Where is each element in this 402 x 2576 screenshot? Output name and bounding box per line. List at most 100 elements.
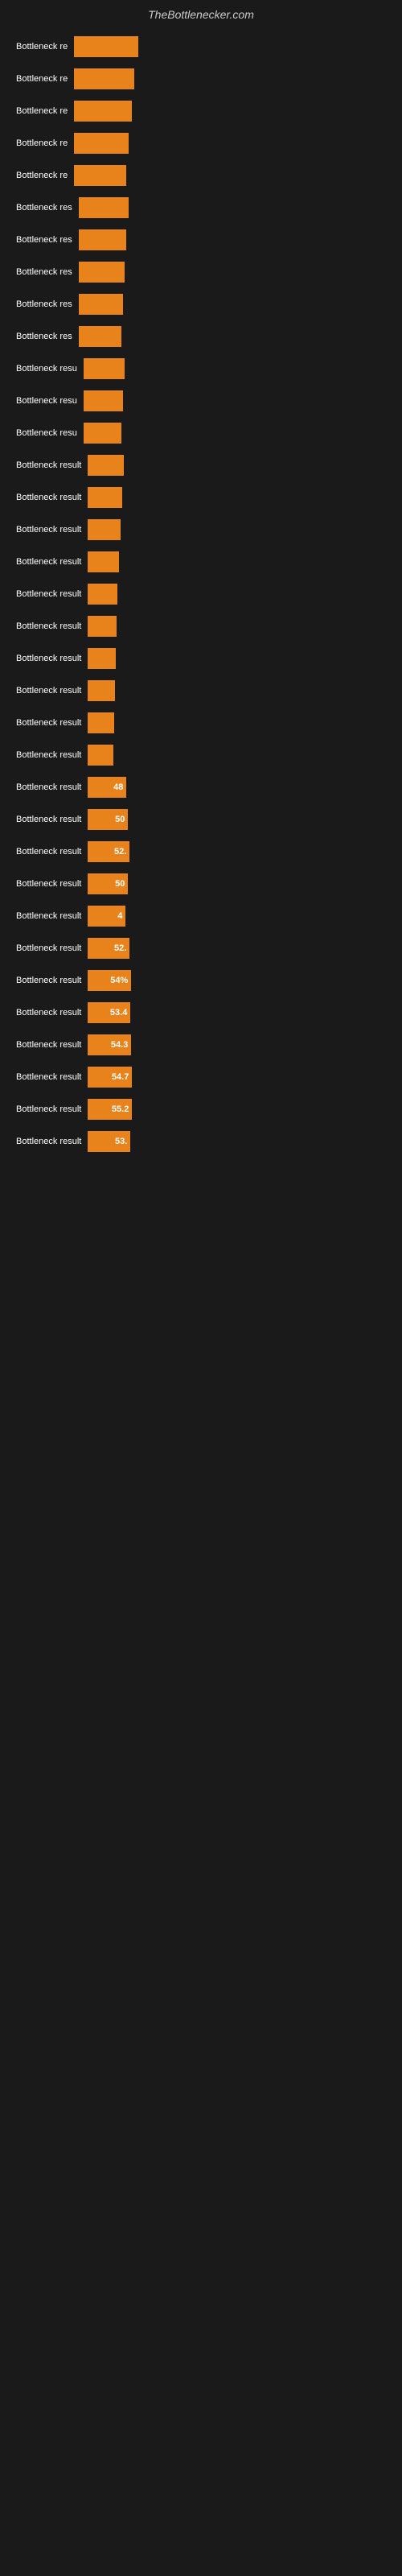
bar-fill: 54.7: [88, 1067, 132, 1088]
bar-row: Bottleneck result 50: [16, 870, 386, 898]
bar-fill: [88, 616, 117, 637]
bar-fill: [88, 455, 124, 476]
bar-label: Bottleneck result: [16, 654, 81, 663]
bar-value: 48: [113, 782, 123, 792]
bar-row: Bottleneck res: [16, 258, 386, 286]
bar-fill: [79, 197, 129, 218]
bar-value: 54%: [110, 976, 128, 985]
bar-row: Bottleneck resu: [16, 387, 386, 415]
bar-fill: [88, 584, 117, 605]
bar-row: Bottleneck result: [16, 645, 386, 672]
bar-row: Bottleneck result: [16, 516, 386, 543]
bar-label: Bottleneck result: [16, 1040, 81, 1050]
bar-label: Bottleneck result: [16, 911, 81, 921]
bar-row: Bottleneck resu: [16, 355, 386, 382]
bar-label: Bottleneck result: [16, 460, 81, 470]
bar-fill: 52.: [88, 841, 129, 862]
bar-fill: [74, 36, 138, 57]
bar-fill: [79, 229, 126, 250]
bar-label: Bottleneck re: [16, 106, 68, 116]
bar-row: Bottleneck re: [16, 33, 386, 60]
bar-label: Bottleneck result: [16, 943, 81, 953]
bar-fill: [88, 487, 122, 508]
bar-fill: [88, 551, 119, 572]
bar-label: Bottleneck re: [16, 171, 68, 180]
bar-label: Bottleneck result: [16, 815, 81, 824]
bar-row: Bottleneck re: [16, 130, 386, 157]
bar-fill: [88, 519, 121, 540]
bar-row: Bottleneck result: [16, 484, 386, 511]
bar-fill: 4: [88, 906, 125, 927]
bar-value: 53.: [115, 1137, 127, 1146]
bar-row: Bottleneck res: [16, 323, 386, 350]
bar-value: 50: [115, 815, 125, 824]
bar-label: Bottleneck res: [16, 267, 72, 277]
bar-row: Bottleneck result: [16, 452, 386, 479]
bar-label: Bottleneck res: [16, 299, 72, 309]
bar-label: Bottleneck result: [16, 1072, 81, 1082]
bar-label: Bottleneck result: [16, 1008, 81, 1018]
bar-row: Bottleneck result54%: [16, 967, 386, 994]
bar-row: Bottleneck result 4: [16, 902, 386, 930]
bar-value: 52.: [114, 943, 126, 953]
bar-row: Bottleneck res: [16, 291, 386, 318]
bar-fill: 50: [88, 873, 128, 894]
bar-label: Bottleneck res: [16, 203, 72, 213]
bar-value: 54.3: [111, 1040, 128, 1050]
bar-label: Bottleneck resu: [16, 428, 77, 438]
bar-fill: [88, 712, 114, 733]
bar-value: 55.2: [112, 1104, 129, 1114]
bar-row: Bottleneck result 54.7: [16, 1063, 386, 1091]
bar-label: Bottleneck result: [16, 1104, 81, 1114]
bar-row: Bottleneck result52.: [16, 838, 386, 865]
bar-value: 53.4: [110, 1008, 127, 1018]
bar-fill: [88, 648, 116, 669]
bar-value: 54.7: [112, 1072, 129, 1082]
bar-fill: [79, 262, 125, 283]
bar-label: Bottleneck result: [16, 621, 81, 631]
bar-row: Bottleneck result: [16, 613, 386, 640]
bar-fill: [74, 165, 126, 186]
bar-fill: 53.4: [88, 1002, 130, 1023]
bar-label: Bottleneck result: [16, 557, 81, 567]
bar-fill: [79, 294, 123, 315]
chart-container: Bottleneck re Bottleneck re Bottleneck re B…: [0, 25, 402, 1168]
bar-value: 50: [115, 879, 125, 889]
bar-row: Bottleneck re: [16, 97, 386, 125]
bar-label: Bottleneck result: [16, 525, 81, 535]
bar-fill: [88, 745, 113, 766]
bar-fill: [84, 390, 123, 411]
bar-label: Bottleneck result: [16, 493, 81, 502]
bar-row: Bottleneck result: [16, 548, 386, 576]
bar-label: Bottleneck res: [16, 235, 72, 245]
bar-row: Bottleneck result53.: [16, 1128, 386, 1155]
bar-row: Bottleneck result 54.3: [16, 1031, 386, 1059]
bar-fill: [74, 68, 134, 89]
bar-label: Bottleneck result: [16, 782, 81, 792]
bar-label: Bottleneck result: [16, 718, 81, 728]
bar-label: Bottleneck result: [16, 879, 81, 889]
bar-row: Bottleneck result 55.2: [16, 1096, 386, 1123]
bar-value: 52.: [114, 847, 126, 857]
bar-row: Bottleneck result: [16, 580, 386, 608]
bar-fill: 54.3: [88, 1034, 131, 1055]
bar-fill: 50: [88, 809, 128, 830]
bar-row: Bottleneck re: [16, 65, 386, 93]
bar-row: Bottleneck result 50: [16, 806, 386, 833]
bar-label: Bottleneck resu: [16, 364, 77, 374]
bar-row: Bottleneck result: [16, 741, 386, 769]
bar-label: Bottleneck result: [16, 750, 81, 760]
bar-label: Bottleneck re: [16, 138, 68, 148]
bar-row: Bottleneck result: [16, 709, 386, 737]
bar-fill: 52.: [88, 938, 129, 959]
bar-fill: [84, 358, 125, 379]
bar-fill: 55.2: [88, 1099, 132, 1120]
bar-fill: [84, 423, 121, 444]
bar-row: Bottleneck result: [16, 677, 386, 704]
bar-row: Bottleneck res: [16, 194, 386, 221]
bar-label: Bottleneck re: [16, 42, 68, 52]
bar-fill: [88, 680, 115, 701]
bar-label: Bottleneck res: [16, 332, 72, 341]
bar-fill: 53.: [88, 1131, 130, 1152]
bar-row: Bottleneck re: [16, 162, 386, 189]
